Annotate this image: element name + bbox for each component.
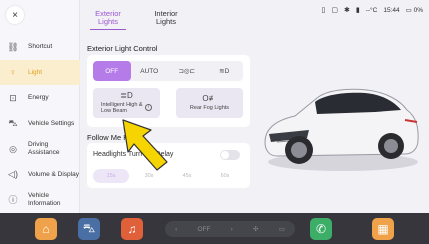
intelligent-beam-button[interactable]: ≣D Intelligent High & Low Beam i [93,88,160,118]
settings-screen: ▯ ▢ ✱ ▮ --°C 15:44 ▭ 0% × ⛓ Shortcut ♀ L… [0,0,429,244]
sidebar-item-vehicle-information[interactable]: ⓘ Vehicle Information [0,187,80,213]
dock-music-button[interactable]: ♫ [121,218,143,240]
info-icon: ⓘ [8,194,18,205]
high-beam-icon: ≣D [120,91,133,101]
car-illustration [264,88,419,171]
delay-option-60s[interactable]: 60s [207,169,243,183]
sidebar-item-driving-assistance[interactable]: ◎ Driving Assistance [0,136,80,162]
mode-position-lights-button[interactable]: ⊐◎⊏ [168,61,206,81]
music-icon: ♫ [127,222,137,236]
temperature-readout: --°C [365,6,378,14]
sidebar-item-label: Vehicle Information [28,192,61,207]
bottom-dock: ⌂ ⛍ ♫ ‹ OFF › ✣ ▭ ✆ ▦ [0,213,429,244]
speaker-icon: ◁) [8,169,18,180]
defrost-icon: ▭ [278,226,285,233]
mode-off-button[interactable]: OFF [93,61,131,81]
chat-icon: ▢ [331,6,338,14]
intelligent-beam-label: Intelligent High & Low Beam [101,101,143,114]
fan-status: OFF [197,225,211,233]
sidebar-item-label: Driving Assistance [28,141,60,156]
dock-car-button[interactable]: ⛍ [78,218,100,240]
fan-increase-button[interactable]: › [231,226,233,233]
clock: 15:44 [383,6,400,14]
dock-home-button[interactable]: ⌂ [35,218,57,240]
sidebar-item-label: Shortcut [28,43,53,51]
close-button[interactable]: × [6,6,24,24]
dock-apps-button[interactable]: ▦ [372,218,394,240]
dock-phone-button[interactable]: ✆ [310,218,332,240]
grid-icon: ▦ [377,222,389,236]
rear-fog-button[interactable]: O≢ Rear Fog Lights [176,88,243,118]
sidebar-item-vehicle-settings[interactable]: ⛍ Vehicle Settings [0,111,80,137]
status-bar: ▯ ▢ ✱ ▮ --°C 15:44 ▭ 0% [322,4,424,16]
home-icon: ⌂ [42,222,50,236]
bulb-icon: ♀ [9,67,17,78]
sidebar-item-label: Vehicle Settings [28,119,75,127]
sidebar-item-label: Volume & Display [28,170,79,178]
exterior-light-card: OFF AUTO ⊐◎⊏ ≋D ≣D Intelligent High & Lo… [87,55,250,127]
car-status-icon: ▮ [355,6,360,14]
follow-me-toggle[interactable] [220,150,240,160]
fan-control: ‹ OFF › ✣ ▭ [165,221,295,237]
fan-decrease-button[interactable]: ‹ [175,226,177,233]
battery-indicator: ▭ 0% [406,6,423,14]
defrost-button[interactable]: ▭ [279,225,285,233]
close-icon: × [12,9,18,21]
sidebar-item-label: Light [28,68,43,76]
steering-wheel-icon: ◎ [9,143,17,154]
light-tabs: Exterior Lights Interior Lights [90,9,184,30]
tab-interior-lights[interactable]: Interior Lights [148,9,184,30]
toggle-knob [221,151,229,159]
sidebar-item-shortcut[interactable]: ⛓ Shortcut [0,34,80,60]
pointer-arrow-icon [122,119,168,171]
mode-low-beam-button[interactable]: ≋D [206,61,244,81]
mode-auto-button[interactable]: AUTO [131,61,169,81]
settings-sidebar: × ⛓ Shortcut ♀ Light ⊡ Energy ⛍ Vehicle … [0,0,80,213]
light-mode-selector: OFF AUTO ⊐◎⊏ ≋D [93,61,243,81]
rear-fog-icon: O≢ [202,94,217,104]
fan-icon: ✣ [253,226,259,233]
screen-icon: ▯ [321,6,326,14]
sidebar-item-volume-display[interactable]: ◁) Volume & Display [0,162,80,188]
delay-option-45s[interactable]: 45s [169,169,205,183]
sidebar-list: ⛓ Shortcut ♀ Light ⊡ Energy ⛍ Vehicle Se… [0,34,80,213]
sidebar-item-light[interactable]: ♀ Light [0,59,80,85]
phone-icon: ✆ [315,222,327,236]
bluetooth-icon: ✱ [343,6,350,14]
exterior-light-title: Exterior Light Control [87,44,158,53]
battery-icon: ⊡ [9,92,17,103]
car-icon: ⛍ [8,118,18,129]
sidebar-item-label: Energy [28,94,49,102]
battery-percent: 0% [413,7,423,14]
sidebar-item-energy[interactable]: ⊡ Energy [0,85,80,111]
info-icon[interactable]: i [145,104,152,112]
car-icon: ⛍ [82,221,96,235]
rear-fog-label: Rear Fog Lights [189,104,230,111]
link-icon: ⛓ [7,41,19,52]
battery-icon: ▭ [405,7,412,14]
tab-exterior-lights[interactable]: Exterior Lights [90,9,126,30]
